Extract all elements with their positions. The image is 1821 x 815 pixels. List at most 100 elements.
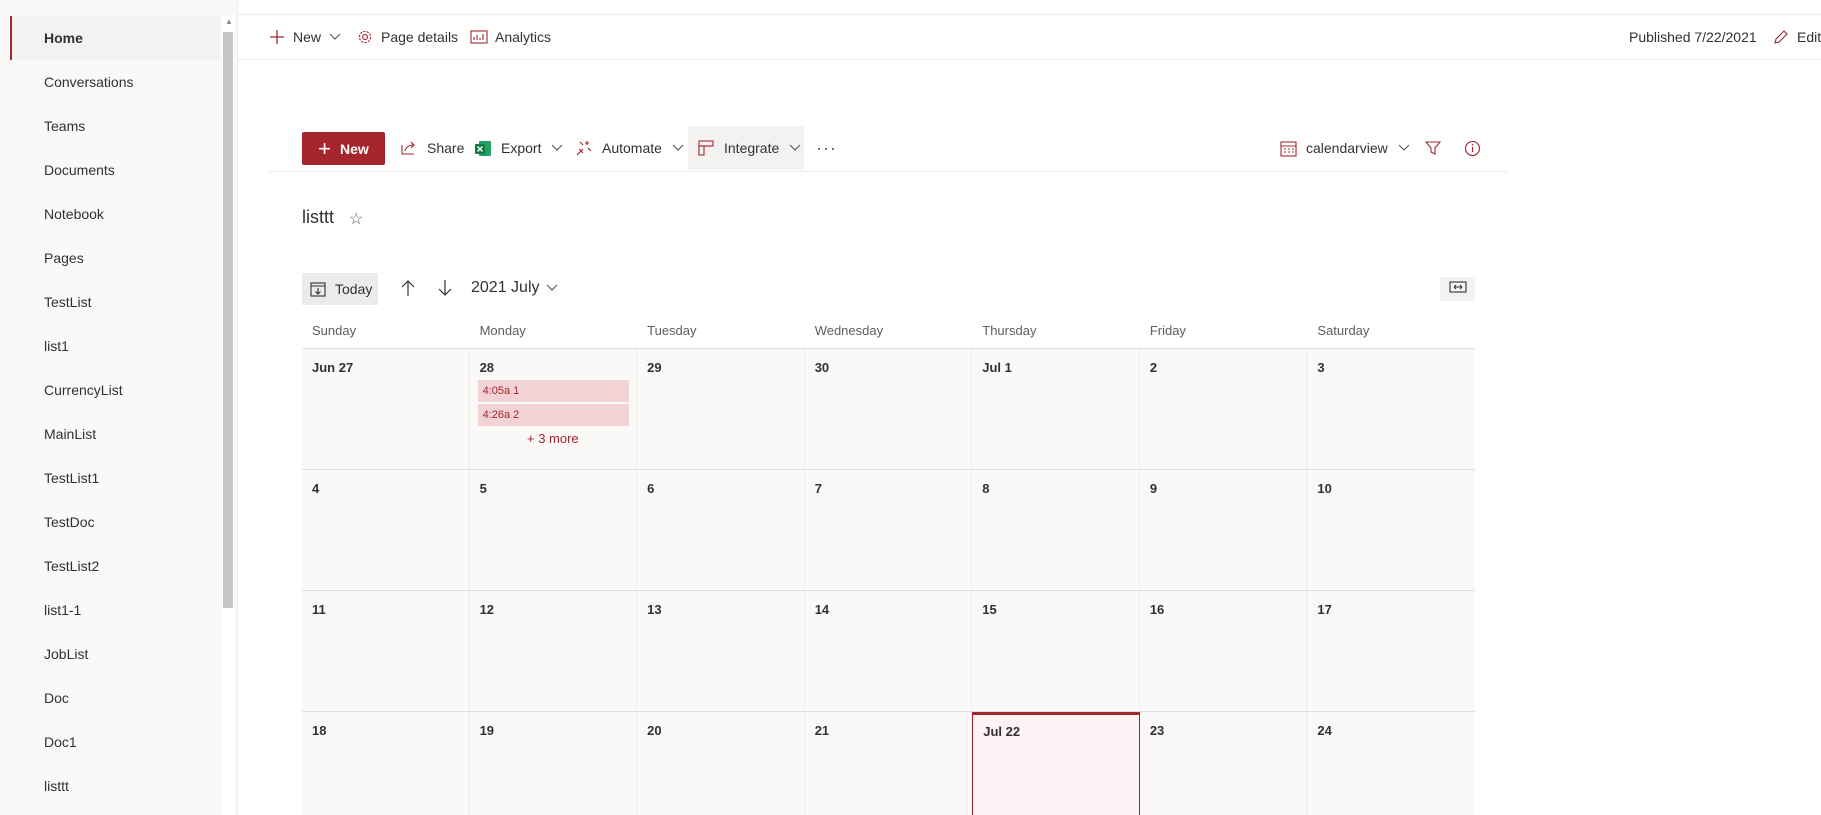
nav-scrollbar-thumb[interactable] xyxy=(223,32,233,608)
chevron-down-icon xyxy=(551,144,563,152)
calendar-day-cell[interactable]: 24 xyxy=(1307,712,1475,815)
nav-item-doc1[interactable]: Doc1 xyxy=(10,720,220,764)
calendar-day-cell[interactable]: 9 xyxy=(1139,470,1308,590)
filter-button[interactable] xyxy=(1423,126,1451,170)
calendar-day-cell[interactable]: 20 xyxy=(637,712,805,815)
nav-item-conversations[interactable]: Conversations xyxy=(10,60,220,104)
new-label: New xyxy=(293,29,322,45)
new-menu-button[interactable]: New xyxy=(268,15,341,59)
share-button[interactable]: Share xyxy=(399,126,464,170)
automate-button[interactable]: Automate xyxy=(574,126,684,170)
nav-item-testdoc[interactable]: TestDoc xyxy=(10,500,220,544)
day-number: 21 xyxy=(814,723,830,738)
calendar-today-icon xyxy=(310,281,326,297)
nav-item-documents[interactable]: Documents xyxy=(10,148,220,192)
page-details-button[interactable]: Page details xyxy=(356,15,458,59)
nav-item-home[interactable]: Home xyxy=(10,16,220,60)
weekday-header: Tuesday xyxy=(647,323,697,338)
nav-item-list1[interactable]: list1 xyxy=(10,324,220,368)
nav-item-label: TestList2 xyxy=(44,558,100,574)
export-button[interactable]: Export xyxy=(473,126,563,170)
info-button[interactable] xyxy=(1462,126,1490,170)
calendar-day-cell[interactable]: 7 xyxy=(804,470,973,590)
calendar-day-cell[interactable]: 2 xyxy=(1139,349,1308,469)
nav-item-testlist[interactable]: TestList xyxy=(10,280,220,324)
calendar-day-cell[interactable]: 11 xyxy=(302,591,470,711)
favorite-star-icon[interactable]: ☆ xyxy=(349,211,363,229)
calendar-icon xyxy=(1278,139,1298,157)
calendar-day-cell[interactable]: 29 xyxy=(637,349,805,469)
calendar-day-cell[interactable]: 3 xyxy=(1307,349,1475,469)
nav-item-doc[interactable]: Doc xyxy=(10,676,220,720)
export-label: Export xyxy=(501,140,542,156)
calendar-day-cell[interactable]: 10 xyxy=(1307,470,1475,590)
calendar-day-cell[interactable]: 19 xyxy=(469,712,638,815)
nav-item-pages[interactable]: Pages xyxy=(10,236,220,280)
nav-item-list1-1[interactable]: list1-1 xyxy=(10,588,220,632)
nav-item-testlist1[interactable]: TestList1 xyxy=(10,456,220,500)
nav-item-label: Home xyxy=(44,30,83,46)
calendar-day-cell[interactable]: 6 xyxy=(637,470,805,590)
nav-item-mainlist[interactable]: MainList xyxy=(10,412,220,456)
nav-item-label: Conversations xyxy=(44,74,134,90)
calendar-day-cell[interactable]: 15 xyxy=(972,591,1140,711)
calendar-day-cell[interactable]: 5 xyxy=(469,470,638,590)
calendar-day-cell[interactable]: 21 xyxy=(804,712,973,815)
calendar-day-cell[interactable]: 17 xyxy=(1307,591,1475,711)
calendar-day-cell[interactable]: 14 xyxy=(804,591,973,711)
next-month-arrow-icon[interactable] xyxy=(437,279,453,302)
calendar-day-cell[interactable]: 23 xyxy=(1139,712,1308,815)
calendar-day-cell[interactable]: 30 xyxy=(804,349,973,469)
day-number: 8 xyxy=(982,481,990,496)
nav-item-testlist2[interactable]: TestList2 xyxy=(10,544,220,588)
nav-item-label: Doc1 xyxy=(44,734,77,750)
calendar-event[interactable]: 4:26a 2 xyxy=(477,404,629,426)
more-options-label: ··· xyxy=(816,137,837,158)
day-number: 29 xyxy=(647,360,662,375)
nav-item-label: CurrencyList xyxy=(44,382,123,398)
calendar-day-cell-today[interactable]: Jul 22 xyxy=(972,712,1140,815)
expand-view-button[interactable] xyxy=(1440,277,1475,301)
nav-item-teams[interactable]: Teams xyxy=(10,104,220,148)
day-number: 4 xyxy=(312,481,320,496)
calendar-day-cell[interactable]: 8 xyxy=(972,470,1140,590)
list-title: listtt xyxy=(302,207,335,227)
nav-item-notebook[interactable]: Notebook xyxy=(10,192,220,236)
integrate-button[interactable]: Integrate xyxy=(688,126,804,170)
calendar-day-cell[interactable]: 16 xyxy=(1139,591,1308,711)
day-number: 20 xyxy=(647,723,662,738)
calendar-day-cell[interactable]: 4 xyxy=(302,470,470,590)
more-options-button[interactable]: ··· xyxy=(816,126,837,170)
month-picker[interactable]: 2021 July xyxy=(471,279,558,297)
calendar-day-cell[interactable]: 28 4:05a 1 4:26a 2 + 3 more xyxy=(469,349,638,469)
weekday-header: Friday xyxy=(1149,323,1186,338)
calendar-day-cell[interactable]: 12 xyxy=(469,591,638,711)
excel-icon xyxy=(473,139,493,157)
weekday-header: Monday xyxy=(479,323,526,338)
today-button[interactable]: Today xyxy=(302,273,378,305)
page-details-label: Page details xyxy=(381,29,459,45)
day-number: 30 xyxy=(814,360,830,375)
calendar-day-cell[interactable]: 18 xyxy=(302,712,470,815)
analytics-button[interactable]: Analytics xyxy=(470,15,551,59)
calendar-day-cell[interactable]: Jun 27 xyxy=(302,349,470,469)
previous-month-arrow-icon[interactable] xyxy=(400,279,416,302)
nav-item-label: Teams xyxy=(44,118,86,134)
nav-item-label: listtt xyxy=(44,778,69,794)
nav-item-joblist[interactable]: JobList xyxy=(10,632,220,676)
nav-item-listtt[interactable]: listtt xyxy=(10,764,220,808)
calendar-event[interactable]: 4:05a 1 xyxy=(477,380,629,402)
day-number: Jul 22 xyxy=(983,724,1021,739)
nav-list: Home Conversations Teams Documents Noteb… xyxy=(10,16,220,808)
chevron-down-icon xyxy=(546,284,558,292)
day-number: 23 xyxy=(1149,723,1165,738)
scroll-up-arrow-icon[interactable]: ▲ xyxy=(225,18,233,26)
calendar-day-cell[interactable]: Jul 1 xyxy=(972,349,1140,469)
view-switcher[interactable]: calendarview xyxy=(1278,126,1410,170)
more-events-link[interactable]: + 3 more xyxy=(470,431,637,446)
edit-label: Edit xyxy=(1797,29,1821,45)
new-item-button[interactable]: + New xyxy=(302,132,385,165)
calendar-day-cell[interactable]: 13 xyxy=(637,591,805,711)
nav-item-currencylist[interactable]: CurrencyList xyxy=(10,368,220,412)
edit-button[interactable]: Edit xyxy=(1772,15,1821,59)
